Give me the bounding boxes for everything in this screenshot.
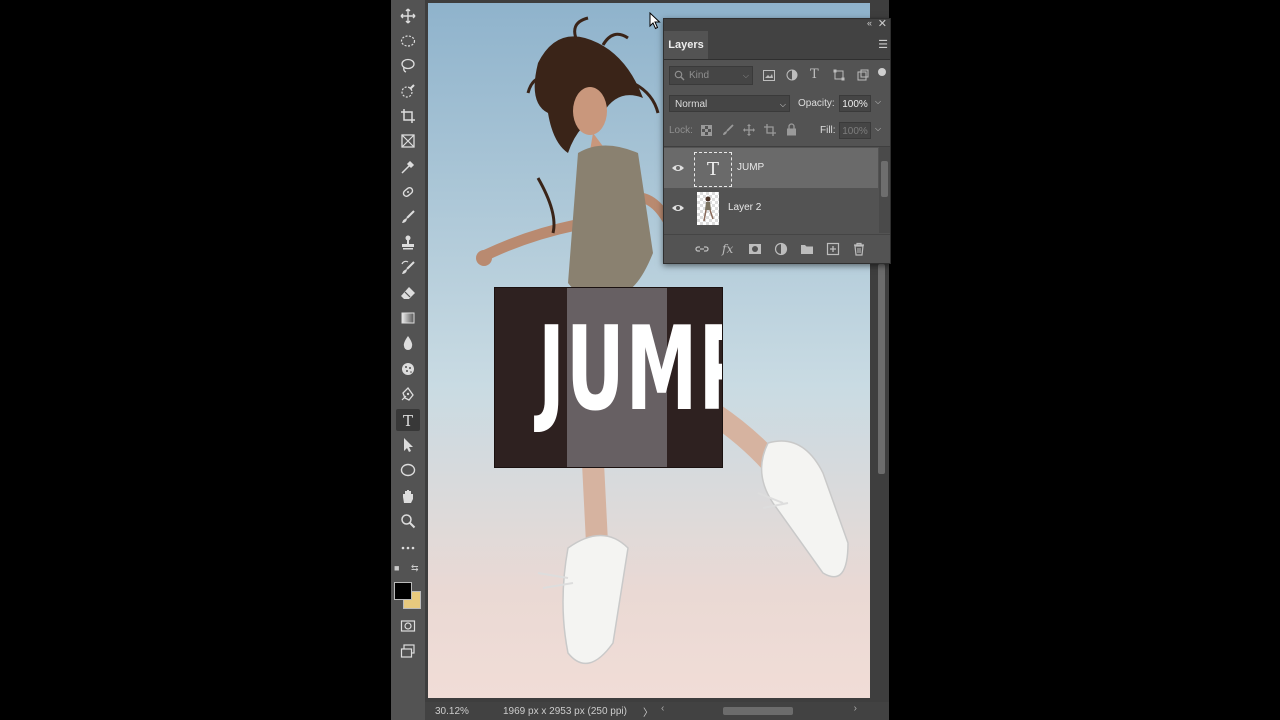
layer-name[interactable]: Layer 2: [728, 188, 761, 228]
layers-scrollbar-thumb[interactable]: [881, 161, 888, 197]
jump-text-layer-preview[interactable]: JUMP: [494, 287, 723, 468]
horizontal-scrollbar[interactable]: ‹ ›: [661, 703, 881, 716]
vertical-scrollbar[interactable]: [877, 262, 886, 692]
filter-smart-object-icon[interactable]: [857, 69, 869, 81]
mouse-cursor-icon: [649, 12, 661, 30]
search-icon: [674, 70, 685, 81]
layer-thumb-glyph: T: [706, 159, 719, 180]
new-group-folder-icon[interactable]: [800, 242, 814, 256]
filter-adjustment-icon[interactable]: [786, 69, 798, 81]
link-layers-icon[interactable]: [695, 242, 709, 256]
brush-tool-icon[interactable]: [396, 206, 420, 228]
zoom-level[interactable]: 30.12%: [435, 706, 469, 717]
marquee-tool-icon[interactable]: [396, 30, 420, 52]
jump-text: JUMP: [538, 302, 722, 437]
filter-pixel-icon[interactable]: [763, 70, 775, 81]
sponge-tool-icon[interactable]: [396, 358, 420, 380]
fill-dropdown-icon[interactable]: ⌵: [875, 124, 881, 134]
quick-selection-tool-icon[interactable]: [396, 80, 420, 102]
fill-label: Fill:: [820, 125, 836, 136]
lock-row: Lock: Fill: 100% ⌵: [664, 119, 890, 143]
new-adjustment-layer-icon[interactable]: [774, 242, 788, 256]
status-menu-arrow-icon[interactable]: 〉: [643, 704, 653, 719]
add-mask-icon[interactable]: [748, 242, 762, 256]
document-info: 1969 px x 2953 px (250 ppi): [503, 705, 627, 717]
healing-brush-tool-icon[interactable]: [396, 181, 420, 203]
move-tool-icon[interactable]: [396, 5, 420, 27]
more-tools-icon[interactable]: [396, 536, 420, 558]
lock-transparent-pixels-icon[interactable]: [701, 125, 712, 136]
panel-menu-icon[interactable]: ☰: [878, 38, 888, 51]
kind-filter-label: Kind: [689, 70, 710, 81]
panel-title-bar[interactable]: « ✕: [664, 17, 890, 31]
filter-shape-icon[interactable]: [833, 69, 845, 81]
lock-label: Lock:: [669, 125, 693, 136]
hand-tool-icon[interactable]: [396, 485, 420, 507]
opacity-label: Opacity:: [798, 98, 835, 109]
lock-position-icon[interactable]: [743, 124, 755, 136]
tab-layers[interactable]: Layers: [664, 31, 708, 59]
kind-filter-select[interactable]: Kind ⌵: [669, 66, 753, 85]
close-panel-icon[interactable]: ✕: [878, 17, 887, 30]
image-layer-thumbnail: [697, 192, 719, 225]
ellipse-tool-icon[interactable]: [396, 459, 420, 481]
lasso-tool-icon[interactable]: [396, 55, 420, 77]
filter-row: Kind ⌵ T: [664, 61, 890, 89]
layers-panel: « ✕ Layers ☰ Kind ⌵ T Normal ⌵ Opacity: …: [663, 18, 891, 264]
scroll-left-icon[interactable]: ‹: [661, 703, 664, 714]
layers-list: T JUMP Layer 2: [664, 146, 890, 233]
text-layer-thumbnail: T: [694, 152, 732, 187]
layers-panel-footer: fx: [664, 234, 890, 263]
status-bar: 30.12% 1969 px x 2953 px (250 ppi) 〉 ‹ ›: [425, 702, 889, 720]
horizontal-scrollbar-thumb[interactable]: [723, 707, 793, 715]
pen-tool-icon[interactable]: [396, 383, 420, 405]
lock-all-icon[interactable]: [786, 123, 797, 136]
gradient-tool-icon[interactable]: [396, 307, 420, 329]
quick-mask-icon[interactable]: [396, 615, 420, 637]
collapse-panel-icon[interactable]: «: [867, 18, 872, 28]
opacity-dropdown-icon[interactable]: ⌵: [875, 97, 881, 107]
type-tool-icon[interactable]: T: [396, 409, 420, 431]
layer-row-jump[interactable]: T JUMP: [664, 148, 878, 188]
visibility-eye-icon[interactable]: [671, 161, 685, 175]
crop-tool-icon[interactable]: [396, 105, 420, 127]
svg-text:T: T: [403, 412, 413, 428]
layers-scrollbar[interactable]: [879, 147, 890, 233]
delete-layer-icon[interactable]: [852, 242, 866, 256]
default-colors-icon[interactable]: ■: [394, 563, 399, 573]
new-layer-icon[interactable]: [826, 242, 840, 256]
history-brush-tool-icon[interactable]: [396, 257, 420, 279]
opacity-input[interactable]: 100%: [839, 95, 871, 112]
visibility-eye-icon[interactable]: [671, 201, 685, 215]
layer-style-fx-icon[interactable]: fx: [722, 242, 736, 256]
zoom-tool-icon[interactable]: [396, 510, 420, 532]
lock-artboard-icon[interactable]: [764, 124, 776, 136]
path-selection-tool-icon[interactable]: [396, 434, 420, 456]
chevron-down-icon: ⌵: [742, 71, 749, 80]
clone-stamp-tool-icon[interactable]: [396, 231, 420, 253]
chevron-down-icon: ⌵: [779, 100, 786, 109]
blend-row: Normal ⌵ Opacity: 100% ⌵: [664, 92, 890, 116]
panel-tabs: Layers ☰: [664, 31, 890, 60]
tools-panel: T ■ ⇆: [391, 0, 426, 720]
lock-image-pixels-icon[interactable]: [722, 124, 734, 136]
blend-mode-value: Normal: [675, 99, 708, 110]
scroll-right-icon[interactable]: ›: [854, 703, 857, 714]
filter-toggle-icon[interactable]: [878, 68, 886, 76]
filter-type-icon[interactable]: T: [810, 67, 819, 82]
vertical-scrollbar-thumb[interactable]: [878, 264, 885, 474]
figure-thumbnail-icon: [703, 196, 714, 221]
eraser-tool-icon[interactable]: [396, 282, 420, 304]
blur-tool-icon[interactable]: [396, 332, 420, 354]
eyedropper-tool-icon[interactable]: [396, 156, 420, 178]
frame-tool-icon[interactable]: [396, 130, 420, 152]
swap-colors-icon[interactable]: ⇆: [411, 563, 419, 574]
layer-name[interactable]: JUMP: [737, 148, 764, 188]
blend-mode-select[interactable]: Normal ⌵: [669, 95, 790, 112]
screen-mode-icon[interactable]: [396, 640, 420, 662]
fill-input[interactable]: 100%: [839, 122, 871, 139]
foreground-color-swatch[interactable]: [394, 582, 412, 600]
layer-row-layer-2[interactable]: Layer 2: [664, 188, 878, 228]
